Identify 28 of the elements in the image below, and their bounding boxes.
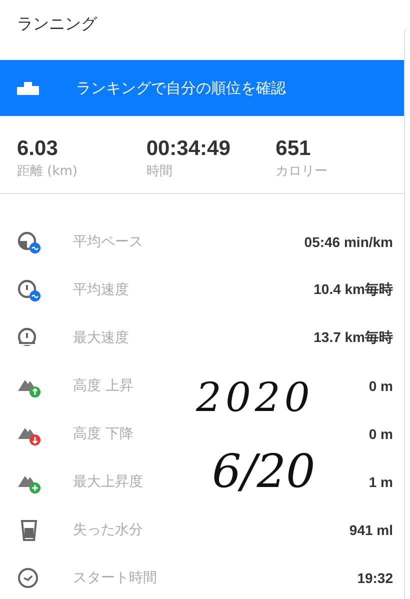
stat-label: 最大速度: [73, 329, 130, 347]
stat-label: 平均速度: [73, 281, 130, 299]
stat-value: 1 m: [368, 474, 393, 490]
stat-label: 高度 上昇: [73, 377, 134, 395]
stat-label: 最大上昇度: [73, 473, 144, 491]
stat-value: 0 m: [368, 378, 393, 394]
avg-speed-icon: [16, 277, 42, 303]
handwritten-note: 6/20: [212, 448, 316, 494]
stat-value: 941 ml: [349, 522, 393, 538]
handwritten-note: 2020: [196, 378, 314, 418]
stat-value: 05:46 min/km: [304, 234, 393, 250]
stat-value: 10.4 km毎時: [314, 281, 393, 299]
summary-label: 距離 (km): [17, 163, 78, 180]
stat-label: 高度 下降: [73, 425, 134, 443]
stat-label: スタート時間: [73, 569, 158, 587]
stat-label: 平均ペース: [73, 233, 144, 251]
stat-value: 19:32: [357, 570, 393, 586]
stat-label: 失った水分: [73, 521, 144, 539]
stat-value: 0 m: [368, 426, 393, 442]
ranking-banner[interactable]: ランキングで自分の順位を確認: [0, 60, 405, 116]
summary-value: 6.03: [17, 138, 59, 160]
screen-title: ランニング: [16, 13, 98, 35]
summary-label: カロリー: [276, 163, 329, 180]
summary-value: 00:34:49: [146, 138, 232, 160]
summary-label: 時間: [146, 163, 174, 180]
podium-icon: [17, 81, 39, 95]
summary-value: 651: [276, 138, 312, 160]
stat-value: 13.7 km毎時: [314, 329, 393, 347]
